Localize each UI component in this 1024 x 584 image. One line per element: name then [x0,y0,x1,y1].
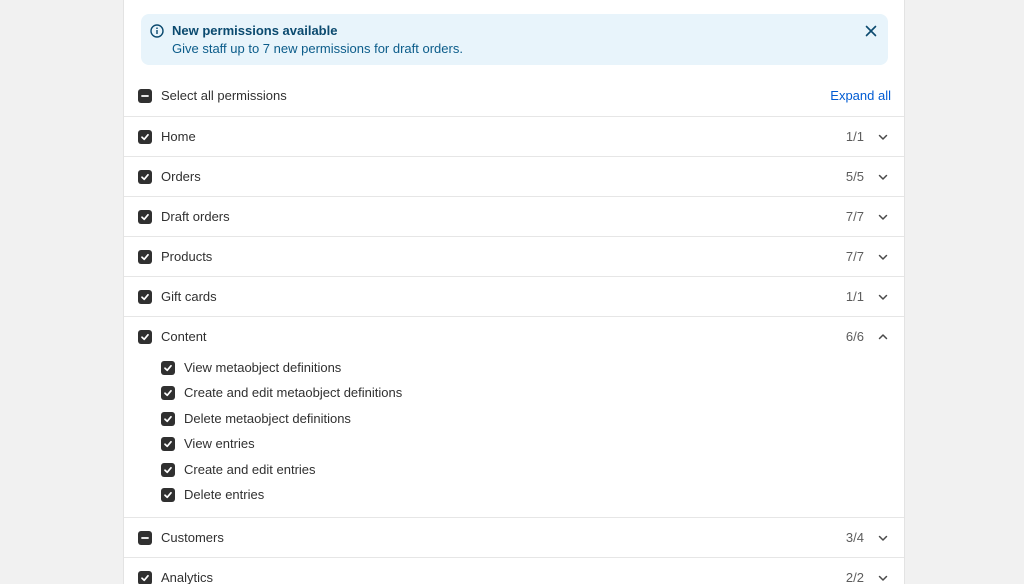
section-count: 7/7 [845,209,864,224]
checkmark-icon [164,415,172,422]
info-banner: New permissions available Give staff up … [141,14,888,65]
checkmark-icon [141,333,149,341]
checkmark-icon [141,574,149,582]
minus-icon [141,537,149,539]
chevron-down-icon[interactable] [877,171,889,183]
checkmark-icon [164,441,172,448]
chevron-down-icon[interactable] [877,572,889,584]
permission-item-label: Create and edit metaobject definitions [184,385,403,401]
checkmark-icon [141,213,149,221]
checkmark-icon [164,466,172,473]
section-label: Customers [161,530,224,545]
section-count: 2/2 [845,570,864,584]
permission-item-label: View metaobject definitions [184,360,342,375]
chevron-down-icon[interactable] [877,291,889,303]
chevron-down-icon[interactable] [877,532,889,544]
permission-section-draft-orders[interactable]: Draft orders 7/7 [124,196,904,236]
section-count: 1/1 [845,129,864,144]
section-label: Home [161,129,196,144]
chevron-down-icon[interactable] [877,211,889,223]
section-count: 6/6 [845,329,864,344]
permission-section-gift-cards[interactable]: Gift cards 1/1 [124,276,904,316]
section-checkbox[interactable] [138,571,152,584]
permission-item-checkbox[interactable] [161,462,175,477]
permission-item-label: Create and edit entries [184,461,316,477]
permission-section-customers[interactable]: Customers 3/4 [124,517,904,557]
permission-item-checkbox[interactable] [161,361,175,375]
close-icon[interactable] [863,23,879,39]
permission-item-checkbox[interactable] [161,437,175,452]
chevron-down-icon[interactable] [877,131,889,143]
select-all-row: Select all permissions [124,76,904,116]
permission-item-checkbox[interactable] [161,386,175,401]
section-checkbox[interactable] [138,130,152,144]
checkmark-icon [164,390,172,397]
checkmark-icon [141,173,149,181]
permissions-card: New permissions available Give staff up … [123,0,905,584]
select-all-label: Select all permissions [161,88,287,103]
checkmark-icon [141,133,149,141]
permission-item-label: Delete entries [184,487,265,502]
minus-icon [141,95,149,97]
banner-title: New permissions available [172,23,338,38]
chevron-up-icon[interactable] [877,331,889,343]
permission-section-analytics[interactable]: Analytics 2/2 [124,557,904,584]
section-label: Gift cards [161,289,217,304]
section-count: 1/1 [845,289,864,304]
section-label: Orders [161,169,201,184]
section-checkbox[interactable] [138,250,152,264]
permission-section-orders[interactable]: Orders 5/5 [124,156,904,196]
section-checkbox[interactable] [138,210,152,224]
chevron-down-icon[interactable] [877,251,889,263]
section-count: 3/4 [845,530,864,545]
section-checkbox[interactable] [138,290,152,304]
section-label: Products [161,249,213,264]
select-all-checkbox[interactable] [138,89,152,103]
permission-section-products[interactable]: Products 7/7 [124,236,904,276]
section-label: Draft orders [161,209,230,224]
checkmark-icon [164,491,172,499]
permission-item-label: Delete metaobject definitions [184,410,351,426]
section-checkbox[interactable] [138,330,152,344]
banner-text: Give staff up to 7 new permissions for d… [172,41,463,56]
section-checkbox[interactable] [138,531,152,545]
checkmark-icon [164,364,172,372]
section-label: Analytics [161,570,214,584]
section-checkbox[interactable] [138,170,152,184]
checkmark-icon [141,253,149,261]
section-label: Content [161,329,207,344]
section-count: 7/7 [845,249,864,264]
checkmark-icon [141,293,149,301]
expand-all-button[interactable]: Expand all [830,88,891,103]
section-count: 5/5 [845,169,864,184]
permission-section-content[interactable]: Content 6/6 [124,316,904,356]
info-icon [150,24,164,38]
permission-item-checkbox[interactable] [161,411,175,426]
permission-item-checkbox[interactable] [161,488,175,502]
permission-section-home[interactable]: Home 1/1 [124,116,904,156]
permission-item-label: View entries [184,436,255,452]
